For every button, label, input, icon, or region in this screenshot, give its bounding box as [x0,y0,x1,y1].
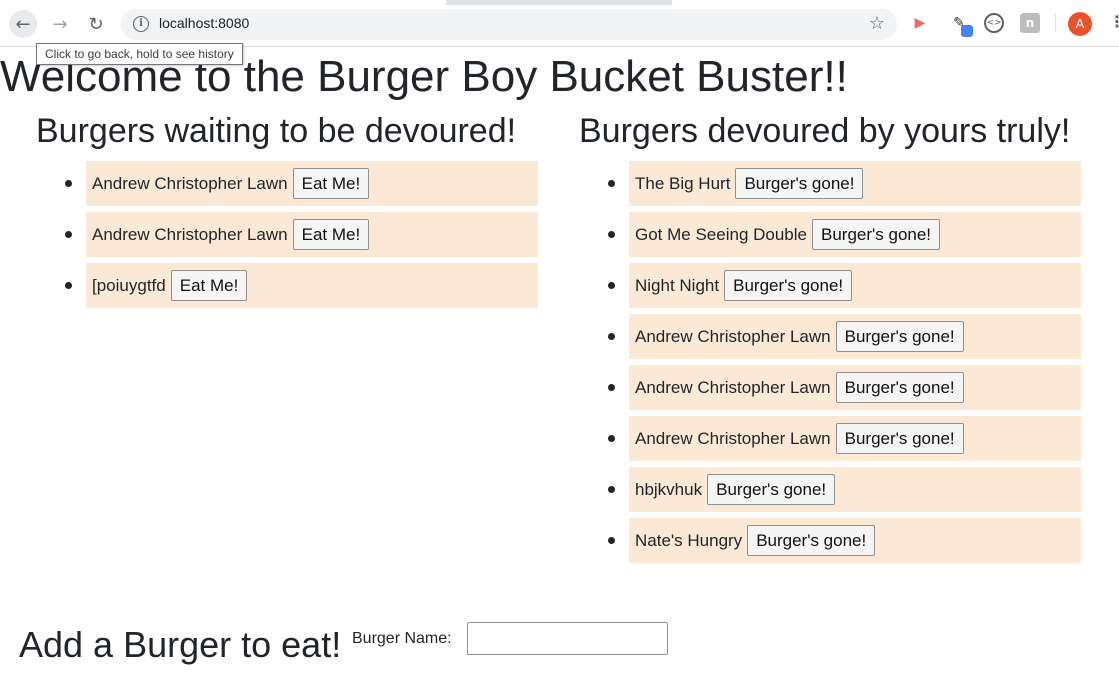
burger-name: Andrew Christopher Lawn [92,173,288,193]
address-bar[interactable]: i localhost:8080 ☆ [121,9,897,40]
devoured-burger-item: Andrew Christopher Lawn Burger's gone! [608,314,1081,359]
burgers-gone-button[interactable]: Burger's gone! [835,372,964,403]
back-tooltip: Click to go back, hold to see history [36,43,243,65]
burgers-gone-button[interactable]: Burger's gone! [835,423,964,454]
url-text: localhost:8080 [159,15,250,31]
burger-name: Got Me Seeing Double [635,224,807,244]
burger-name: The Big Hurt [635,173,731,193]
devoured-heading: Burgers devoured by yours truly! [579,112,1071,150]
tab[interactable] [0,0,446,5]
devoured-burger-item: Nate's Hungry Burger's gone! [608,518,1081,563]
devoured-list: The Big Hurt Burger's gone! Got Me Seeing … [579,161,1081,563]
waiting-burger-item: Andrew Christopher Lawn Eat Me! [65,161,538,206]
devoured-burger-item: Andrew Christopher Lawn Burger's gone! [608,416,1081,461]
burger-name: hbjkvhuk [635,479,703,499]
eat-me-button[interactable]: Eat Me! [292,219,370,250]
burger-name: Andrew Christopher Lawn [635,428,831,448]
burger-name: [poiuygtfd [92,275,166,295]
reload-icon: ↻ [88,13,104,35]
tab-strip [0,0,1119,5]
devoured-burger-item: Got Me Seeing Double Burger's gone! [608,212,1081,257]
waiting-burger-item: [poiuygtfd Eat Me! [65,263,538,308]
waiting-column: Burgers waiting to be devoured! Andrew C… [36,110,538,314]
extension-icon[interactable]: <> [984,13,1004,33]
add-burger-heading: Add a Burger to eat! [19,624,342,665]
extension-icon[interactable]: ▶ [910,13,930,33]
devoured-burger-item: The Big Hurt Burger's gone! [608,161,1081,206]
star-icon[interactable]: ☆ [869,13,885,34]
back-arrow-icon: ← [15,13,31,35]
waiting-heading: Burgers waiting to be devoured! [36,112,517,150]
burger-name: Andrew Christopher Lawn [635,377,831,397]
browser-toolbar: ← → ↻ i localhost:8080 ☆ ▶ ✎ <> n A ⋮ [0,0,1119,47]
burgers-gone-button[interactable]: Burger's gone! [747,525,876,556]
burgers-gone-button[interactable]: Burger's gone! [812,219,941,250]
burgers-gone-button[interactable]: Burger's gone! [724,270,853,301]
back-button[interactable]: ← [9,10,37,38]
info-icon[interactable]: i [133,16,149,32]
devoured-burger-item: Andrew Christopher Lawn Burger's gone! [608,365,1081,410]
burger-name: Nate's Hungry [635,530,743,550]
tab[interactable] [672,0,1119,5]
forward-button[interactable]: → [46,10,74,38]
profile-avatar[interactable]: A [1068,12,1092,36]
eyedropper-icon[interactable]: ✎ [949,13,973,37]
burger-name-label: Burger Name: [352,630,452,647]
devoured-burger-item: Night Night Burger's gone! [608,263,1081,308]
burger-name: Night Night [635,275,720,295]
burger-name: Andrew Christopher Lawn [635,326,831,346]
burger-name: Andrew Christopher Lawn [92,224,288,244]
burgers-gone-button[interactable]: Burger's gone! [707,474,836,505]
forward-arrow-icon: → [52,13,68,35]
extension-icon[interactable]: n [1020,13,1040,33]
waiting-list: Andrew Christopher Lawn Eat Me! Andrew Chr… [36,161,538,308]
menu-icon[interactable]: ⋮ [1109,12,1119,31]
burger-name-input[interactable] [467,622,668,655]
devoured-burger-item: hbjkvhuk Burger's gone! [608,467,1081,512]
toolbar-divider [1055,14,1056,32]
devoured-column: Burgers devoured by yours truly! The Big… [579,110,1081,569]
reload-button[interactable]: ↻ [82,10,110,38]
eat-me-button[interactable]: Eat Me! [170,270,248,301]
burgers-gone-button[interactable]: Burger's gone! [835,321,964,352]
waiting-burger-item: Andrew Christopher Lawn Eat Me! [65,212,538,257]
eat-me-button[interactable]: Eat Me! [292,168,370,199]
burgers-gone-button[interactable]: Burger's gone! [735,168,864,199]
